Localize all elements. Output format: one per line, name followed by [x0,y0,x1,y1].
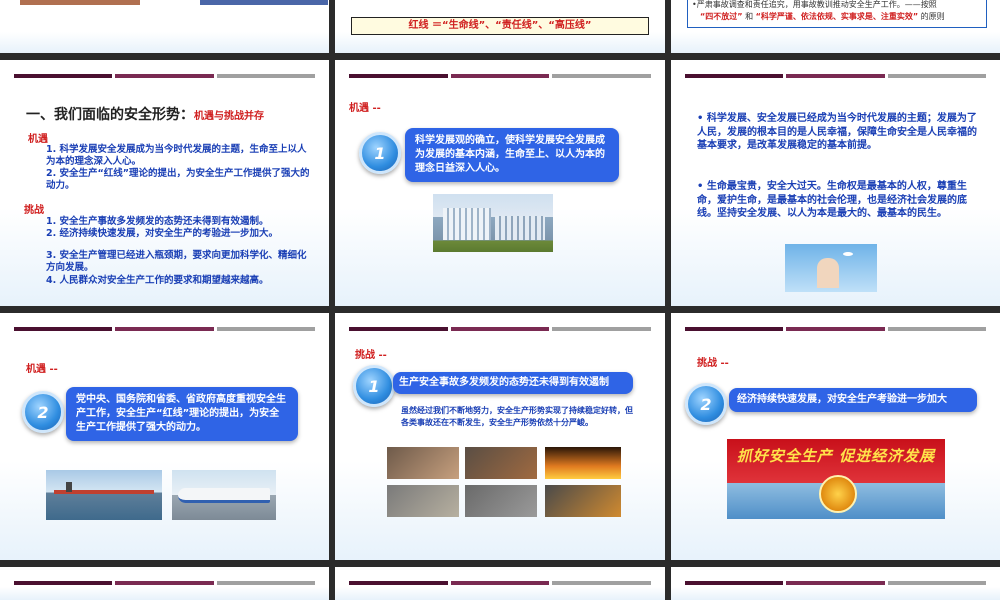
header-bar [349,327,652,331]
title-subtitle: 机遇与挑战并存 [194,111,264,122]
section-label: 挑战 -- [355,350,387,361]
accident-photo [545,485,621,517]
header-bar [14,327,315,331]
content-box: 生产安全事故多发频发的态势还未得到有效遏制 [393,372,633,394]
note-and-text: 和 [745,12,754,21]
number-badge: 1 [359,132,401,174]
accident-photo [387,485,459,517]
opportunity-item: 2. 安全生产“红线”理论的提出，为安全生产工作提供了强大的动力。 [46,168,310,191]
slide-bottom-right[interactable] [671,567,1000,600]
accident-photo [465,447,537,479]
opportunity-heading: 机遇 [28,134,48,145]
slide-challenge-1[interactable]: 挑战 -- 1 生产安全事故多发频发的态势还未得到有效遏制 虽然经过我们不断地努… [335,313,665,560]
slide-bottom-middle[interactable] [335,567,665,600]
slide-top-left[interactable] [0,0,329,53]
photo-thumbnail [20,0,140,5]
red-line-banner: 红线 ＝“生命线”、“责任线”、“高压线” [351,17,649,35]
safety-slogan-banner: 抓好安全生产 促进经济发展 [727,439,945,519]
slide-bottom-left[interactable] [0,567,329,600]
content-box: 经济持续快速发展，对安全生产考验进一步加大 [729,388,977,412]
port-photo [46,470,162,520]
challenge-heading: 挑战 [24,205,44,216]
header-bar [14,581,315,585]
number-badge: 2 [685,383,727,425]
note-four-not-text: “四不放过” [700,12,743,21]
point-paragraph: • 科学发展、安全发展已经成为当今时代发展的主题；发展为了人民，发展的根本目的是… [697,113,977,151]
point-paragraph: • 生命最宝贵，安全大过天。生命权是最基本的人权，尊重生命，爱护生命，是最基本的… [697,181,967,219]
slide-key-points[interactable]: • 科学发展、安全发展已经成为当今时代发展的主题；发展为了人民，发展的根本目的是… [671,60,1000,306]
note-line-1: •严肃事故调查和责任追究，用事故教训推动安全生产工作。——按照 [692,0,937,9]
note-box: •严肃事故调查和责任追究，用事故教训推动安全生产工作。——按照 “四不放过” 和… [687,0,987,28]
number-badge: 1 [353,365,395,407]
slide-opportunity-1[interactable]: 机遇 -- 1 科学发展观的确立，使科学发展安全发展成为发展的基本内涵，生命至上… [335,60,665,306]
header-bar [349,581,652,585]
header-bar [685,327,986,331]
content-box: 科学发展观的确立，使科学发展安全发展成为发展的基本内涵，生命至上、以人为本的理念… [405,128,619,182]
accident-photo [465,485,537,517]
banner-slogan: 抓好安全生产 促进经济发展 [736,447,936,465]
challenge-item: 1. 安全生产事故多发频发的态势还未得到有效遏制。 [46,216,269,227]
header-bar [349,74,652,78]
train-photo [172,470,276,520]
note-principle-text: “科学严谨、依法依规、实事求是、注重实效” [755,12,919,21]
header-bar [685,74,986,78]
number-badge: 2 [22,391,64,433]
note-line-2: “四不放过” 和 “科学严谨、依法依规、实事求是、注重实效” 的原则 [692,11,982,23]
section-label: 机遇 -- [349,103,381,114]
banner-text: 红线 ＝“生命线”、“责任线”、“高压线” [408,20,592,31]
content-box: 党中央、国务院和省委、省政府高度重视安全生产工作，安全生产“红线”理论的提出，为… [66,387,298,441]
photo-thumbnail [200,0,328,5]
child-sky-photo [785,244,877,292]
header-bar [14,74,315,78]
accident-photo [545,447,621,479]
slide-safety-situation[interactable]: 一、我们面临的安全形势：机遇与挑战并存 机遇 1. 科学发展安全发展成为当今时代… [0,60,329,306]
challenge-item: 3. 安全生产管理已经进入瓶颈期，要求向更加科学化、精细化方向发展。 [46,250,307,273]
section-label: 挑战 -- [697,358,729,369]
description-text: 虽然经过我们不断地努力，安全生产形势实现了持续稳定好转，但各类事故还在不断发生，… [401,406,633,427]
slide-opportunity-2[interactable]: 机遇 -- 2 党中央、国务院和省委、省政府高度重视安全生产工作，安全生产“红线… [0,313,329,560]
slide-title: 一、我们面临的安全形势：机遇与挑战并存 [26,106,264,126]
note-suffix-text: 的原则 [920,12,945,21]
opportunity-item: 1. 科学发展安全发展成为当今时代发展的主题，生命至上以人为本的理念深入人心。 [46,144,307,167]
slide-challenge-2[interactable]: 挑战 -- 2 经济持续快速发展，对安全生产考验进一步加大 抓好安全生产 促进经… [671,313,1000,560]
section-label: 机遇 -- [26,364,58,375]
safety-emblem-icon [819,475,857,513]
slide-top-middle[interactable]: 红线 ＝“生命线”、“责任线”、“高压线” [335,0,665,53]
slide-top-right[interactable]: •严肃事故调查和责任追究，用事故教训推动安全生产工作。——按照 “四不放过” 和… [671,0,1000,53]
title-text: 一、我们面临的安全形势 [26,107,180,123]
building-photo [433,194,553,252]
challenge-item: 4. 人民群众对安全生产工作的要求和期望越来越高。 [46,275,269,286]
title-colon: ： [180,107,194,123]
header-bar [685,581,986,585]
accident-photo [387,447,459,479]
challenge-item: 2. 经济持续快速发展，对安全生产的考验进一步加大。 [46,228,279,239]
